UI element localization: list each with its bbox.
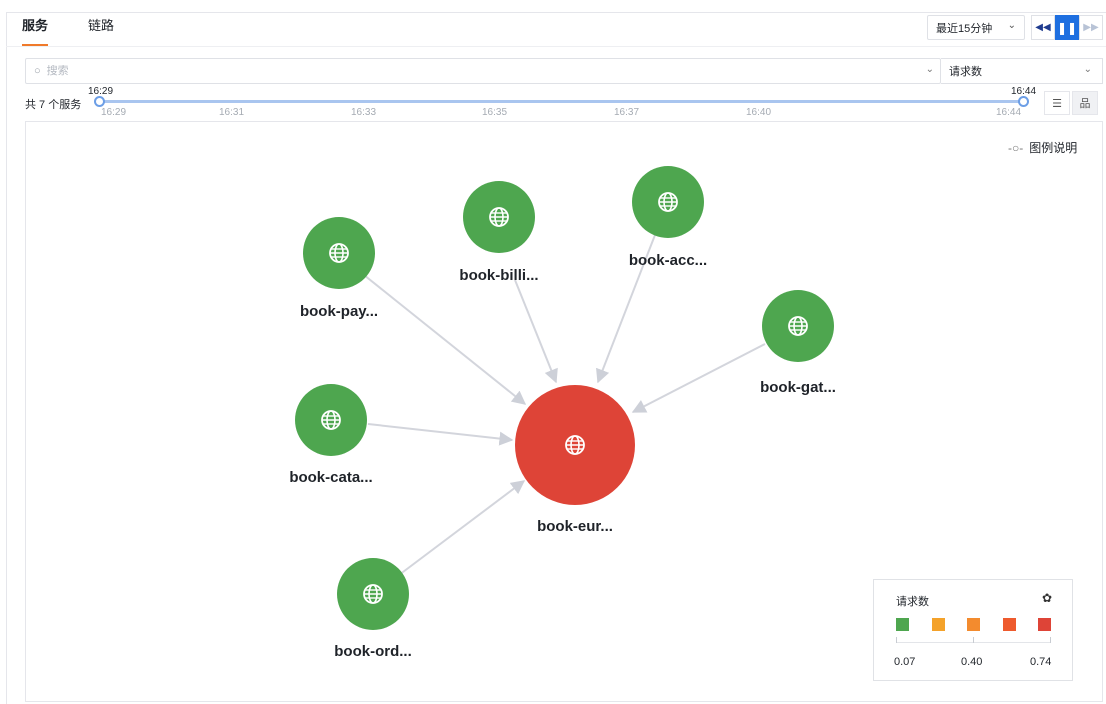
scale-title: 请求数 xyxy=(896,596,929,608)
scale-tick xyxy=(896,637,897,643)
legend-help-link[interactable]: -○- 图例说明 xyxy=(1008,139,1077,156)
legend-help-label: 图例说明 xyxy=(1029,141,1078,155)
service-node[interactable]: book-cata... xyxy=(289,384,373,486)
edge-gat-to-eur xyxy=(631,343,766,413)
color-scale-legend: 请求数 ✿ 0.07 0.40 0.74 xyxy=(873,579,1073,681)
service-node[interactable]: book-acc... xyxy=(629,166,707,269)
node-label: book-gat... xyxy=(760,379,836,396)
scale-tick xyxy=(973,637,974,643)
edge-cata-to-eur xyxy=(367,423,514,446)
node-label: book-acc... xyxy=(629,252,707,269)
node-label: book-eur... xyxy=(537,518,613,535)
service-node[interactable]: book-billi... xyxy=(459,181,539,284)
edge-ord-to-eur xyxy=(398,480,526,576)
node-label: book-billi... xyxy=(459,267,538,284)
scale-swatch xyxy=(967,618,980,631)
gear-icon[interactable]: ✿ xyxy=(1042,591,1052,605)
node-label: book-cata... xyxy=(289,469,372,486)
scale-swatch xyxy=(896,618,909,631)
scale-value-max: 0.74 xyxy=(1030,656,1052,668)
node-label: book-pay... xyxy=(300,303,378,320)
service-node[interactable]: book-pay... xyxy=(300,217,378,320)
legend-line-icon: -○- xyxy=(1008,141,1024,155)
scale-tick xyxy=(1050,637,1051,643)
scale-swatch xyxy=(1038,618,1051,631)
scale-value-min: 0.07 xyxy=(894,656,916,668)
scale-swatch xyxy=(932,618,945,631)
edge-billing-to-eur xyxy=(514,279,558,384)
scale-swatch xyxy=(1003,618,1016,631)
service-node-center[interactable]: book-eur... xyxy=(515,385,635,535)
node-label: book-ord... xyxy=(334,643,412,660)
scale-value-mid: 0.40 xyxy=(961,656,983,668)
service-node[interactable]: book-ord... xyxy=(334,558,412,660)
service-node[interactable]: book-gat... xyxy=(760,290,836,396)
edge-pay-to-eur xyxy=(363,274,527,405)
